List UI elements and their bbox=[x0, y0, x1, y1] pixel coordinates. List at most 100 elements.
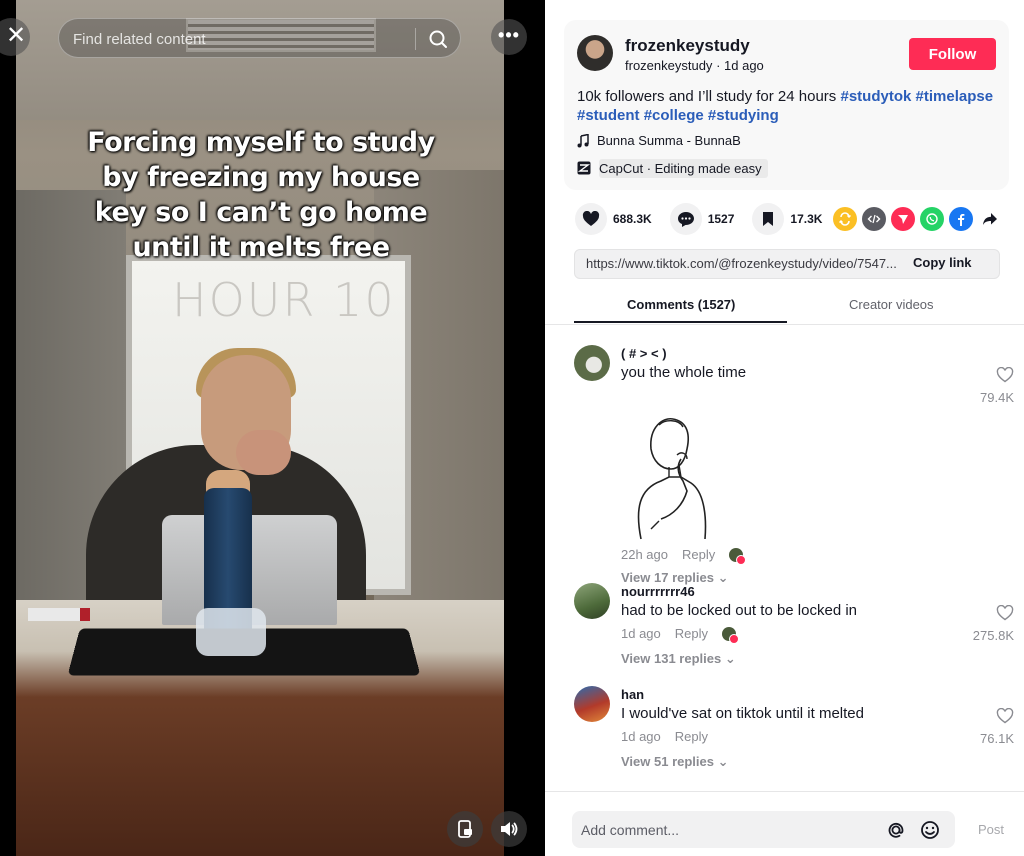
creator-liked-avatar bbox=[722, 626, 740, 644]
tab-creator-videos[interactable]: Creator videos bbox=[849, 297, 934, 312]
comment-text: I would've sat on tiktok until it melted bbox=[621, 705, 864, 722]
comment-time: 22h ago bbox=[621, 547, 668, 562]
commenter-avatar[interactable] bbox=[574, 686, 610, 722]
comment-like-button[interactable]: 79.4K bbox=[954, 366, 1014, 405]
comment-input[interactable] bbox=[581, 820, 871, 840]
reply-button[interactable]: Reply bbox=[675, 626, 708, 641]
creator-liked-avatar bbox=[729, 547, 747, 565]
search-button[interactable] bbox=[423, 25, 453, 53]
comment-like-count: 79.4K bbox=[980, 390, 1014, 405]
close-icon: ✕ bbox=[5, 22, 27, 49]
save-button[interactable] bbox=[752, 203, 785, 235]
commenter-username[interactable]: nourrrrrrr46 bbox=[621, 584, 695, 599]
description-text: 10k followers and I’ll study for 24 hour… bbox=[577, 88, 837, 105]
like-action[interactable]: 688.3K bbox=[575, 203, 652, 235]
heart-outline-icon bbox=[996, 604, 1014, 621]
repost-button[interactable] bbox=[833, 207, 857, 231]
view-replies-button[interactable]: View 51 replies ⌄ bbox=[621, 754, 729, 770]
caption-line: by freezing my house bbox=[102, 162, 420, 193]
reply-button[interactable]: Reply bbox=[682, 547, 715, 562]
comment-time: 1d ago bbox=[621, 729, 661, 744]
pip-icon bbox=[458, 820, 472, 838]
video-ice-block bbox=[196, 608, 266, 656]
comment-like-button[interactable]: 76.1K bbox=[954, 707, 1014, 746]
volume-button[interactable] bbox=[491, 811, 527, 847]
active-tab-indicator bbox=[574, 321, 787, 323]
comment-text: had to be locked out to be locked in bbox=[621, 602, 858, 619]
video-caption: Forcing myself to study by freezing my h… bbox=[56, 125, 466, 265]
author-username[interactable]: frozenkeystudy bbox=[625, 36, 750, 56]
caption-line: Forcing myself to study bbox=[87, 127, 435, 158]
comment-meta: 1d ago Reply bbox=[621, 729, 708, 744]
music-link[interactable]: Bunna Summa - BunnaB bbox=[577, 133, 741, 148]
video-marker bbox=[28, 608, 90, 621]
hashtag-link[interactable]: #college bbox=[644, 107, 704, 124]
capcut-badge[interactable]: CapCut · Editing made easy bbox=[577, 157, 774, 179]
author-avatar[interactable] bbox=[577, 35, 613, 71]
video-player[interactable]: HOUR 10 Forcing myself to study by freez… bbox=[0, 0, 545, 856]
commenter-username[interactable]: ( # > < ) bbox=[621, 346, 667, 361]
embed-button[interactable] bbox=[862, 207, 886, 231]
search-divider bbox=[415, 28, 416, 50]
comment-list[interactable]: ( # > < ) you the whole time 22h ago Rep… bbox=[545, 325, 1024, 791]
copy-link-button[interactable]: Copy link bbox=[913, 255, 972, 270]
video-url[interactable]: https://www.tiktok.com/@frozenkeystudy/v… bbox=[586, 256, 911, 271]
post-time: 1d ago bbox=[724, 58, 764, 73]
comment-like-count: 76.1K bbox=[980, 731, 1014, 746]
comment-composer: Post bbox=[545, 791, 1024, 856]
related-search-bar[interactable] bbox=[58, 18, 461, 58]
heart-icon bbox=[582, 211, 600, 226]
panel-tabs: Comments (1527) Creator videos bbox=[574, 287, 1024, 324]
whatsapp-icon bbox=[926, 213, 938, 225]
comment-button[interactable] bbox=[669, 203, 702, 235]
volume-icon bbox=[501, 822, 518, 836]
save-action[interactable]: 17.3K bbox=[752, 203, 822, 235]
hashtag-link[interactable]: #studytok bbox=[840, 88, 911, 105]
comment-item: han I would've sat on tiktok until it me… bbox=[574, 686, 1014, 776]
like-button[interactable] bbox=[575, 203, 607, 235]
share-row bbox=[833, 207, 1002, 231]
commenter-username[interactable]: han bbox=[621, 687, 644, 702]
heart-outline-icon bbox=[996, 707, 1014, 724]
chevron-down-icon: ⌄ bbox=[717, 754, 729, 769]
hashtag-link[interactable]: #student bbox=[577, 107, 640, 124]
post-comment-button[interactable]: Post bbox=[978, 822, 1004, 837]
comment-action[interactable]: 1527 bbox=[669, 203, 734, 235]
related-search-input[interactable] bbox=[73, 29, 393, 49]
embed-icon bbox=[867, 214, 881, 224]
author-handle[interactable]: frozenkeystudy bbox=[625, 58, 712, 73]
comment-item: ( # > < ) you the whole time 22h ago Rep… bbox=[574, 345, 1014, 585]
whiteboard-text: HOUR 10 bbox=[172, 273, 396, 327]
comment-meta: 22h ago Reply bbox=[621, 547, 747, 565]
share-more-button[interactable] bbox=[978, 207, 1002, 231]
view-replies-button[interactable]: View 131 replies ⌄ bbox=[621, 651, 736, 667]
comment-meta: 1d ago Reply bbox=[621, 626, 740, 644]
details-panel: frozenkeystudy frozenkeystudy · 1d ago F… bbox=[545, 0, 1024, 856]
send-button[interactable] bbox=[891, 207, 915, 231]
reply-button[interactable]: Reply bbox=[675, 729, 708, 744]
commenter-avatar[interactable] bbox=[574, 583, 610, 619]
facebook-button[interactable] bbox=[949, 207, 973, 231]
bookmark-icon bbox=[763, 212, 774, 226]
follow-button[interactable]: Follow bbox=[909, 38, 996, 70]
comment-like-button[interactable]: 275.8K bbox=[954, 604, 1014, 643]
hashtag-link[interactable]: #studying bbox=[708, 107, 779, 124]
author-subline: frozenkeystudy · 1d ago bbox=[625, 58, 764, 73]
commenter-avatar[interactable] bbox=[574, 345, 610, 381]
mention-button[interactable] bbox=[884, 818, 908, 842]
comment-sticker-image bbox=[621, 409, 721, 541]
video-frame[interactable]: HOUR 10 Forcing myself to study by freez… bbox=[16, 0, 504, 856]
repost-icon bbox=[839, 212, 851, 226]
floating-player-button[interactable] bbox=[447, 811, 483, 847]
comment-input-wrapper[interactable] bbox=[572, 811, 955, 848]
whatsapp-button[interactable] bbox=[920, 207, 944, 231]
tab-comments[interactable]: Comments (1527) bbox=[627, 297, 735, 312]
like-count: 688.3K bbox=[613, 212, 652, 226]
hashtag-link[interactable]: #timelapse bbox=[916, 88, 994, 105]
chevron-down-icon: ⌄ bbox=[724, 651, 736, 666]
emoji-button[interactable] bbox=[918, 818, 942, 842]
post-description: 10k followers and I’ll study for 24 hour… bbox=[577, 87, 1002, 125]
view-replies-label: View 131 replies bbox=[621, 651, 722, 666]
facebook-icon bbox=[958, 214, 965, 226]
more-options-button[interactable]: ••• bbox=[491, 19, 527, 55]
